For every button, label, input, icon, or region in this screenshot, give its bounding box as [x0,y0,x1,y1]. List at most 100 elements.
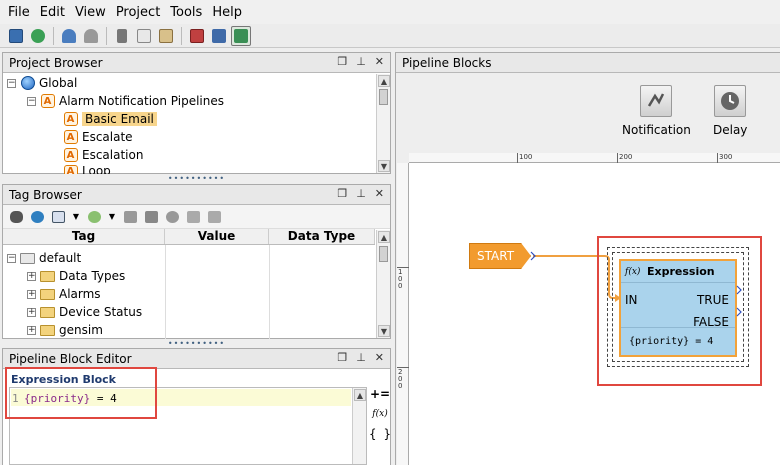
alarm-pipeline-icon: A [40,94,55,109]
highlight-annotation [597,236,762,386]
menu-help[interactable]: Help [208,5,246,20]
dropdown-arrow-icon[interactable]: ▼ [106,209,118,225]
restore-icon[interactable]: ❐ [337,55,347,68]
tree-item-label: Alarm Notification Pipelines [59,94,225,108]
tree-item-label: Escalation [82,148,144,162]
restore-icon[interactable]: ❐ [337,187,347,200]
function-icon[interactable]: f(x) [372,409,387,419]
tree-item-label: Alarms [59,287,101,301]
collapse-toggle[interactable]: − [7,78,16,88]
scroll-thumb[interactable] [379,89,388,105]
column-header-tag[interactable]: Tag [3,229,165,244]
opc-icon[interactable] [142,209,160,225]
collapse-toggle[interactable]: − [27,96,36,106]
menu-view[interactable]: View [71,5,110,20]
tree-item-label: default [39,251,82,265]
block-editor-title: Pipeline Block Editor [9,351,132,366]
pin-icon[interactable]: ⊥ [356,187,366,200]
scroll-down-icon[interactable]: ▼ [378,325,390,337]
tree-item-alarm-pipelines[interactable]: − A Alarm Notification Pipelines [27,92,224,110]
copy-icon[interactable] [134,26,154,46]
pin-icon[interactable]: ⊥ [356,55,366,68]
comm-mode-icon[interactable] [231,25,251,46]
dropdown-arrow-icon[interactable]: ▼ [70,209,82,225]
paste-icon[interactable] [156,26,176,46]
timer-icon[interactable] [163,209,181,225]
table-icon[interactable] [49,209,67,225]
close-icon[interactable]: ✕ [375,55,384,68]
menu-edit[interactable]: Edit [36,5,69,20]
scroll-thumb[interactable] [379,246,388,262]
undo-icon[interactable] [59,26,79,46]
ruler-label: 100 [519,153,533,161]
panel-controls: ❐ ⊥ ✕ [337,55,384,68]
menu-file[interactable]: File [4,5,34,20]
splitter-handle[interactable]: •••••••••• [2,339,391,348]
import-icon[interactable] [184,209,202,225]
scroll-up-icon[interactable]: ▲ [378,231,390,243]
block-palette: Notification Delay [396,73,780,153]
tree-item-basic-email[interactable]: A Basic Email [63,110,157,128]
tree-item-escalate[interactable]: A Escalate [63,128,133,146]
cut-icon[interactable] [112,26,132,46]
insert-operator-icon[interactable]: += [370,387,390,401]
tree-item-data-types[interactable]: + Data Types [27,267,125,285]
column-header-value[interactable]: Value [165,229,269,244]
panel-title: Tag Browser [3,185,390,205]
tree-item-default[interactable]: − default [7,249,81,267]
redo-icon[interactable] [81,26,101,46]
vertical-scrollbar[interactable]: ▲ [352,388,366,464]
main-toolbar [0,24,780,48]
save-icon[interactable] [6,26,26,46]
tag-icon[interactable] [121,209,139,225]
tree-item-label: Data Types [59,269,126,283]
tree-item-device-status[interactable]: + Device Status [27,303,142,321]
braces-icon[interactable]: { } [369,427,391,441]
tree-item-label: Basic Email [82,112,157,126]
pin-icon[interactable]: ⊥ [356,351,366,364]
close-icon[interactable]: ✕ [375,187,384,200]
tree-item-label: Global [39,76,78,90]
tree-item-global[interactable]: − Global [7,74,77,92]
palette-delay[interactable]: Delay [713,85,747,137]
toolbar-divider [106,26,107,45]
project-browser-title: Project Browser [9,55,103,70]
tree-item-escalation[interactable]: A Escalation [63,146,143,164]
expand-toggle[interactable]: + [27,307,36,317]
tag-browser-panel: Tag Browser ❐ ⊥ ✕ ▼ ▼ Tag Value Data Type … [2,184,391,339]
expand-toggle[interactable]: + [27,325,36,335]
scroll-up-icon[interactable]: ▲ [378,75,390,87]
column-header-data-type[interactable]: Data Type [269,229,375,244]
delay-icon [714,85,747,117]
close-icon[interactable]: ✕ [375,351,384,364]
collapse-toggle[interactable]: − [7,253,16,263]
highlight-annotation [5,367,157,419]
vertical-scrollbar[interactable]: ▲ ▼ [376,74,390,173]
scroll-down-icon[interactable]: ▼ [378,160,390,172]
publish-icon[interactable] [209,26,229,46]
menu-project[interactable]: Project [112,5,164,20]
binoculars-icon[interactable] [7,209,25,225]
restore-icon[interactable]: ❐ [337,351,347,364]
menu-tools[interactable]: Tools [166,5,206,20]
palette-notification[interactable]: Notification [622,85,691,137]
tree-item-gensim[interactable]: + gensim [27,321,103,339]
save-all-icon[interactable] [28,26,48,46]
tree-item-alarms[interactable]: + Alarms [27,285,101,303]
tag-browser-toolbar: ▼ ▼ [3,205,390,229]
add-tag-icon[interactable] [85,209,103,225]
vertical-scrollbar[interactable]: ▲ ▼ [376,230,390,338]
notification-icon [640,85,673,117]
scroll-up-icon[interactable]: ▲ [354,389,366,401]
tree-item-label: Device Status [59,305,143,319]
expand-toggle[interactable]: + [27,271,36,281]
splitter-handle[interactable]: •••••••••• [2,174,391,183]
expand-toggle[interactable]: + [27,289,36,299]
pipeline-blocks-title: Pipeline Blocks [402,55,492,70]
editor-side-toolbar: += f(x) { } [369,387,391,441]
panel-title: Pipeline Blocks [396,53,780,73]
export-icon[interactable] [205,209,223,225]
delete-icon[interactable] [187,26,207,46]
tree-item-loop[interactable]: A Loop [63,164,111,174]
refresh-icon[interactable] [28,209,46,225]
